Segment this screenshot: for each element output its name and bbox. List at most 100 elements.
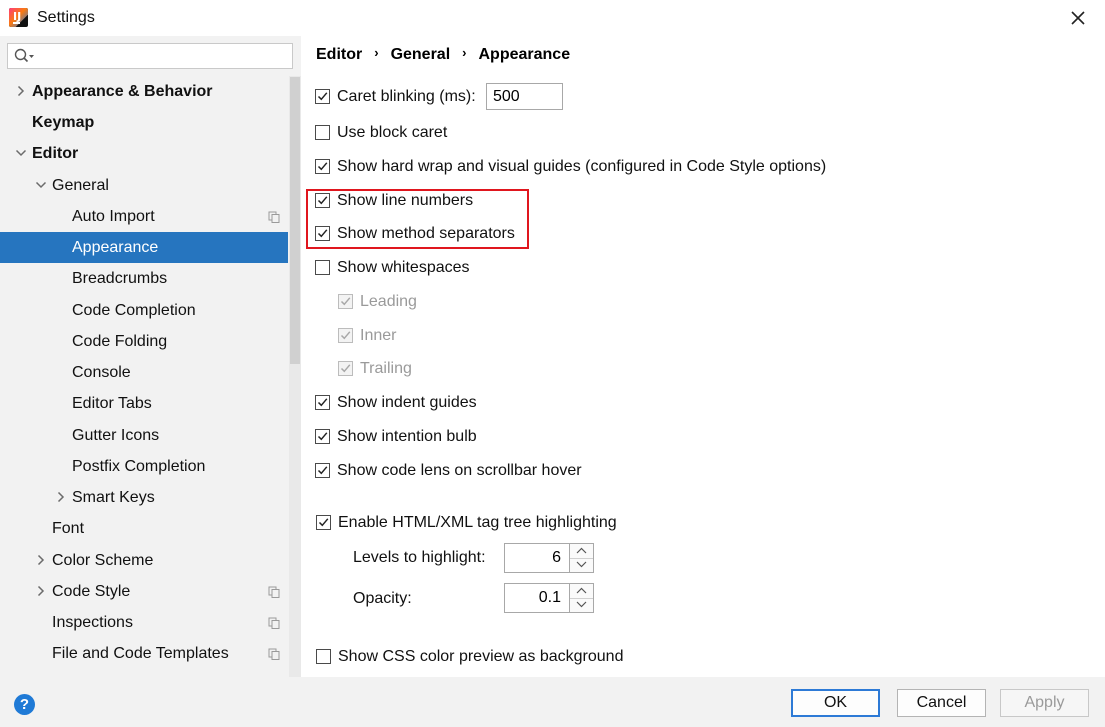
apply-button: Apply [1000, 689, 1089, 717]
show-method-separators-checkbox[interactable] [315, 226, 330, 241]
show-line-numbers-label: Show line numbers [337, 192, 474, 209]
sidebar-item-label: Appearance & Behavior [32, 83, 213, 100]
show-code-lens-label: Show code lens on scrollbar hover [337, 462, 582, 479]
sidebar-item-postfix-completion[interactable]: Postfix Completion [0, 451, 288, 482]
sidebar-item-auto-import[interactable]: Auto Import [0, 201, 288, 232]
spinner-up-icon[interactable] [570, 584, 593, 599]
caret-blinking-checkbox[interactable] [315, 89, 330, 104]
leading-checkbox [338, 294, 353, 309]
title-bar: IJ Settings [0, 0, 1105, 36]
breadcrumb-separator-icon: › [462, 45, 467, 60]
project-settings-icon [268, 648, 280, 660]
chevron-right-icon[interactable] [15, 85, 27, 97]
sidebar-item-editor-tabs[interactable]: Editor Tabs [0, 388, 288, 419]
search-icon [14, 48, 34, 63]
sidebar-item-appearance[interactable]: Appearance [0, 232, 288, 263]
sidebar-item-label: Console [72, 364, 131, 381]
search-box[interactable] [7, 43, 293, 69]
sidebar-item-label: Inspections [52, 614, 133, 631]
levels-to-highlight-label: Levels to highlight: [353, 549, 486, 566]
trailing-checkbox [338, 361, 353, 376]
cancel-button[interactable]: Cancel [897, 689, 986, 717]
sidebar-item-label: Code Completion [72, 302, 196, 319]
enable-tag-tree-checkbox[interactable] [316, 515, 331, 530]
show-hard-wrap-checkbox[interactable] [315, 159, 330, 174]
show-indent-guides-label: Show indent guides [337, 394, 477, 411]
sidebar-item-smart-keys[interactable]: Smart Keys [0, 482, 288, 513]
levels-to-highlight-field[interactable]: 6 [504, 543, 570, 573]
sidebar-item-file-and-code-templates[interactable]: File and Code Templates [0, 638, 288, 669]
show-line-numbers-checkbox[interactable] [315, 193, 330, 208]
show-intention-bulb-checkbox[interactable] [315, 429, 330, 444]
caret-blinking-input[interactable] [486, 83, 563, 110]
sidebar-item-label: Font [52, 520, 85, 537]
project-settings-icon [268, 586, 280, 598]
sidebar-item-label: Color Scheme [52, 552, 154, 569]
sidebar-item-label: Gutter Icons [72, 427, 160, 444]
window-title: Settings [37, 9, 95, 26]
sidebar-item-label: General [52, 177, 109, 194]
sidebar-item-general[interactable]: General [0, 170, 288, 201]
show-hard-wrap-label: Show hard wrap and visual guides (config… [337, 158, 827, 175]
leading-label: Leading [360, 293, 417, 310]
sidebar-item-label: Auto Import [72, 208, 155, 225]
sidebar-item-breadcrumbs[interactable]: Breadcrumbs [0, 263, 288, 294]
show-css-color-label: Show CSS color preview as background [338, 648, 624, 665]
enable-tag-tree-label: Enable HTML/XML tag tree highlighting [338, 514, 617, 531]
settings-tree: Appearance & Behavior Keymap Editor General… [0, 76, 288, 677]
ok-button[interactable]: OK [791, 689, 880, 717]
sidebar-item-code-folding[interactable]: Code Folding [0, 326, 288, 357]
chevron-down-icon[interactable] [35, 179, 47, 191]
sidebar-item-appearance-behavior[interactable]: Appearance & Behavior [0, 76, 288, 107]
chevron-right-icon[interactable] [35, 554, 47, 566]
settings-content: Editor › General › Appearance Caret blinking… [301, 36, 1105, 677]
breadcrumb-item: General [390, 46, 451, 63]
sidebar-item-color-scheme[interactable]: Color Scheme [0, 545, 288, 576]
inner-checkbox [338, 328, 353, 343]
inner-label: Inner [360, 327, 397, 344]
close-icon[interactable] [1066, 6, 1090, 30]
sidebar-item-keymap[interactable]: Keymap [0, 107, 288, 138]
sidebar-item-label: Postfix Completion [72, 458, 206, 475]
show-code-lens-checkbox[interactable] [315, 463, 330, 478]
intellij-logo-icon: IJ [9, 8, 28, 27]
caret-blinking-label: Caret blinking (ms): [337, 88, 476, 105]
breadcrumb-separator-icon: › [374, 45, 379, 60]
opacity-spinner[interactable]: 0.1 [504, 583, 594, 613]
show-intention-bulb-label: Show intention bulb [337, 428, 477, 445]
levels-to-highlight-spinner[interactable]: 6 [504, 543, 594, 573]
spinner-down-icon[interactable] [570, 558, 593, 572]
sidebar-item-code-style[interactable]: Code Style [0, 576, 288, 607]
show-whitespaces-checkbox[interactable] [315, 260, 330, 275]
search-input[interactable] [38, 46, 292, 68]
use-block-caret-label: Use block caret [337, 124, 448, 141]
sidebar-item-label: File and Code Templates [52, 645, 229, 662]
sidebar-item-label: Code Style [52, 583, 131, 600]
spinner-down-icon[interactable] [570, 598, 593, 612]
opacity-label: Opacity: [353, 590, 412, 607]
spinner-up-icon[interactable] [570, 544, 593, 559]
breadcrumb-item: Editor [316, 46, 363, 63]
chevron-right-icon[interactable] [55, 491, 67, 503]
opacity-field[interactable]: 0.1 [504, 583, 570, 613]
sidebar-item-editor[interactable]: Editor [0, 138, 288, 169]
settings-sidebar: Appearance & Behavior Keymap Editor General… [0, 36, 301, 677]
sidebar-item-code-completion[interactable]: Code Completion [0, 295, 288, 326]
show-css-color-checkbox[interactable] [316, 649, 331, 664]
chevron-right-icon[interactable] [35, 585, 47, 597]
sidebar-item-font[interactable]: Font [0, 513, 288, 544]
trailing-label: Trailing [360, 360, 412, 377]
sidebar-item-console[interactable]: Console [0, 357, 288, 388]
project-settings-icon [268, 617, 280, 629]
show-indent-guides-checkbox[interactable] [315, 395, 330, 410]
sidebar-scroll-thumb[interactable] [290, 77, 300, 364]
sidebar-item-label: Keymap [32, 114, 95, 131]
project-settings-icon [268, 211, 280, 223]
help-icon[interactable]: ? [14, 694, 35, 715]
sidebar-item-inspections[interactable]: Inspections [0, 607, 288, 638]
sidebar-item-label: Appearance [72, 239, 159, 256]
sidebar-item-label: Editor [32, 145, 79, 162]
use-block-caret-checkbox[interactable] [315, 125, 330, 140]
chevron-down-icon[interactable] [15, 147, 27, 159]
sidebar-item-gutter-icons[interactable]: Gutter Icons [0, 420, 288, 451]
